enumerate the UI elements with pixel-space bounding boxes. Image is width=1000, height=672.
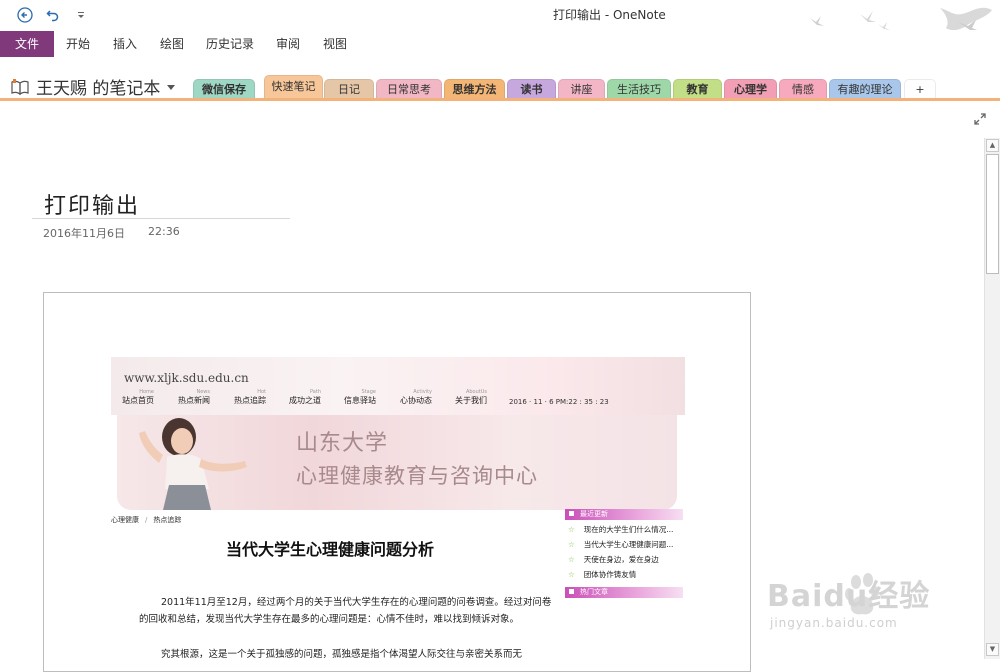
title-bar: 打印输出 - OneNote	[0, 0, 1000, 32]
notebook-bar: 王天赐 的笔记本 微信保存 快速笔记 日记 日常思考 思维方法 读书 讲座 生活技巧 教育 心理学…	[0, 70, 1000, 99]
web-nav-item: Home 站点首页	[122, 389, 154, 405]
undo-icon	[46, 10, 59, 22]
quick-access-toolbar	[16, 6, 90, 24]
site-url: www.xljk.sdu.edu.cn	[124, 371, 249, 385]
tab-review[interactable]: 审阅	[272, 31, 304, 57]
web-breadcrumb: 心理健康 / 热点追踪	[111, 516, 182, 524]
window-title: 打印输出 - OneNote	[553, 8, 666, 22]
banner-center: 心理健康教育与咨询中心	[296, 464, 538, 488]
section-tab[interactable]: 日记	[324, 79, 374, 99]
section-tab[interactable]: 讲座	[558, 79, 605, 99]
article-paragraph: 究其根源，这是一个关于孤独感的问题，孤独感是指个体渴望人际交往与亲密关系而无	[161, 649, 523, 660]
section-tab[interactable]: 思维方法	[444, 79, 505, 99]
tab-view[interactable]: 视图	[319, 31, 351, 57]
chevron-down-icon	[167, 84, 176, 90]
recent-item: ☆ 当代大学生心理健康问题...	[568, 540, 674, 549]
notebook-name: 王天赐 的笔记本	[36, 79, 161, 99]
section-tab[interactable]: 教育	[673, 79, 722, 99]
scroll-up-button[interactable]: ▲	[986, 139, 999, 152]
dropdown-caret-icon	[78, 12, 84, 18]
tab-file[interactable]: 文件	[0, 31, 54, 57]
tab-draw[interactable]: 绘图	[156, 31, 188, 57]
web-nav-item: Activity 心协动态	[400, 389, 432, 405]
customize-toolbar-button[interactable]	[72, 6, 90, 24]
page-time: 22:36	[148, 225, 180, 238]
notebook-icon	[11, 78, 29, 95]
web-nav-item: News 热点新闻	[178, 389, 210, 405]
section-tab[interactable]: 心理学	[724, 79, 777, 99]
title-underline	[32, 218, 290, 219]
section-tab[interactable]: 情感	[779, 79, 827, 99]
page-date: 2016年11月6日	[43, 227, 125, 240]
star-icon: ☆	[568, 555, 575, 564]
scroll-thumb[interactable]	[986, 154, 999, 274]
printout-image[interactable]: www.xljk.sdu.edu.cn Home 站点首页 News 热点新闻 Ho…	[43, 292, 751, 672]
web-nav-item: Path 成功之道	[289, 389, 321, 405]
web-nav-item: AboutUs 关于我们	[455, 389, 487, 405]
watermark-text: Baidu经验	[767, 579, 931, 614]
back-button[interactable]	[16, 6, 34, 24]
hot-articles-header: 热门文章	[565, 587, 683, 598]
section-tab[interactable]: 日常思考	[376, 79, 442, 99]
section-tab[interactable]: 生活技巧	[607, 79, 671, 99]
add-section-button[interactable]: +	[904, 79, 936, 99]
undo-button[interactable]	[44, 6, 62, 24]
tab-insert[interactable]: 插入	[109, 31, 141, 57]
star-icon: ☆	[568, 570, 575, 579]
article-paragraph: 2011年11月至12月，经过两个月的关于当代大学生存在的心理问题的问卷调查。经…	[139, 597, 552, 625]
section-tab[interactable]: 微信保存	[193, 79, 255, 99]
scroll-down-button[interactable]: ▼	[986, 643, 999, 656]
tab-home[interactable]: 开始	[62, 31, 94, 57]
web-header-bg	[111, 357, 685, 415]
tab-history[interactable]: 历史记录	[203, 31, 257, 57]
back-arrow-icon	[17, 7, 33, 23]
expand-icon[interactable]	[974, 113, 986, 125]
recent-item: ☆ 团体协作铸友情	[568, 570, 637, 579]
watermark-url: jingyan.baidu.com	[770, 616, 898, 630]
banner-university: 山东大学	[296, 431, 389, 456]
recent-item: ☆ 现在的大学生们什么情况...	[568, 525, 674, 534]
section-tab[interactable]: 读书	[507, 79, 556, 99]
page-title[interactable]: 打印输出	[44, 188, 140, 220]
section-tab[interactable]: 快速笔记	[264, 75, 323, 99]
notebook-selector[interactable]: 王天赐 的笔记本	[10, 74, 176, 99]
vertical-scrollbar[interactable]: ▲ ▼	[984, 138, 1000, 659]
ribbon-tabs: 文件 开始 插入 绘图 历史记录 审阅 视图	[0, 30, 1000, 58]
web-datetime: 2016 · 11 · 6 PM:22 : 35 : 23	[509, 398, 609, 406]
article-title: 当代大学生心理健康问题分析	[226, 540, 435, 559]
recent-item: ☆ 天使在身边，爱在身边	[568, 555, 659, 564]
star-icon: ☆	[568, 525, 575, 534]
woman-photo-icon	[139, 418, 247, 510]
star-icon: ☆	[568, 540, 575, 549]
web-nav-item: Hot 热点追踪	[234, 389, 266, 405]
recent-updates-header: 最近更新	[565, 509, 683, 520]
section-tab[interactable]: 有趣的理论	[829, 79, 901, 99]
web-nav-item: Stage 信息驿站	[344, 389, 376, 405]
